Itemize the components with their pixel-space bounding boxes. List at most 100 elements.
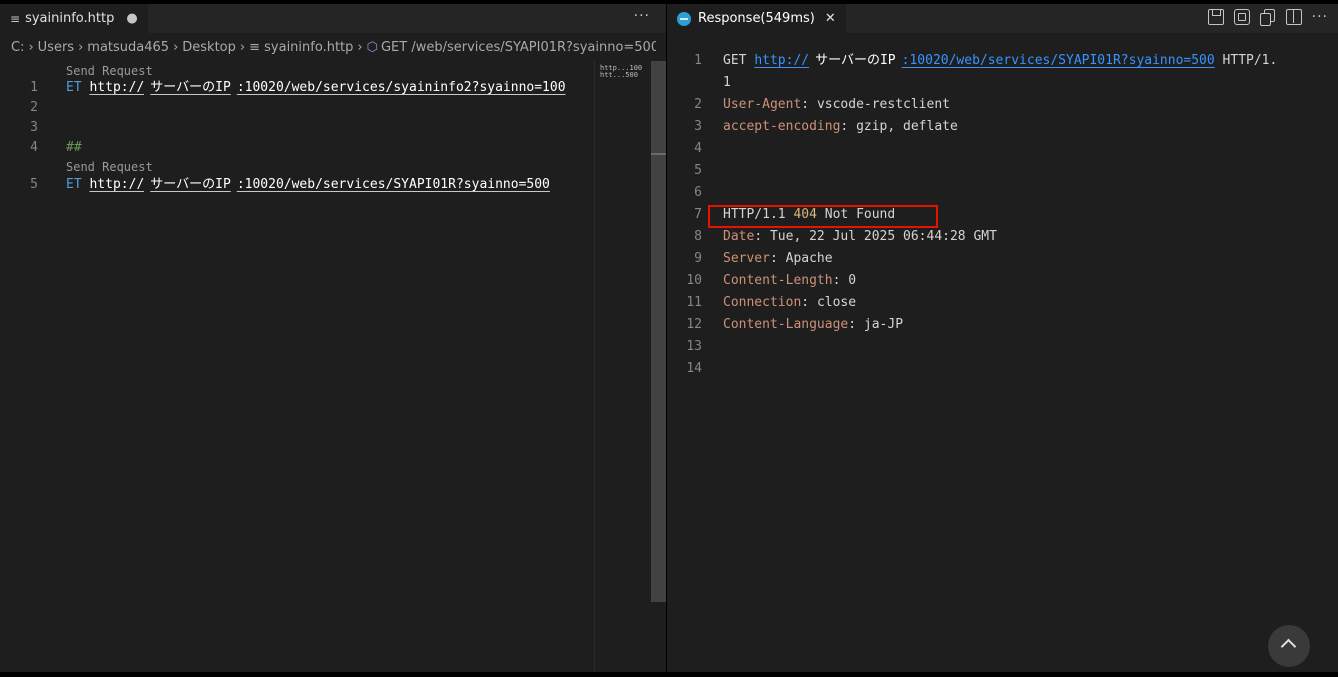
response-line: 10 Content-Length: 0 <box>667 270 1338 292</box>
header-line: User-Agent: vscode-restclient <box>723 94 950 116</box>
url-rest: :10020/web/services/syaininfo2?syainno=1… <box>236 80 566 95</box>
response-line: 9 Server: Apache <box>667 248 1338 270</box>
chevron-up-icon <box>1280 638 1297 655</box>
close-icon[interactable]: ✕ <box>825 11 836 26</box>
request-line: GET http://サーバーのIP:10020/web/services/SY… <box>723 50 1277 72</box>
chevron-right-icon: › <box>78 40 84 55</box>
line-number: 9 <box>694 251 702 266</box>
header-name: Date <box>723 229 755 244</box>
header-value: Apache <box>785 251 833 266</box>
file-lines-icon: ≡ <box>249 40 260 55</box>
response-line: 12 Content-Language: ja-JP <box>667 314 1338 336</box>
line-number: 13 <box>686 339 702 354</box>
header-value: close <box>816 295 857 310</box>
tab-syaininfo-http[interactable]: ≡ syaininfo.http ● <box>0 4 148 33</box>
left-tab-bar: ≡ syaininfo.http ● ··· <box>0 4 666 33</box>
server-ip-mask: サーバーのIP <box>809 50 902 72</box>
breadcrumb-request[interactable]: GET /web/services/SYAPI01R?syainno=500 <box>381 40 656 55</box>
code-line: 5 ET http://サーバーのIP:10020/web/services/S… <box>0 176 594 194</box>
response-line: 1 GET http://サーバーのIP:10020/web/services/… <box>667 50 1338 72</box>
response-line: 8 Date: Tue, 22 Jul 2025 06:44:28 GMT <box>667 226 1338 248</box>
cube-icon: ⬡ <box>366 40 378 55</box>
header-value: vscode-restclient <box>816 97 950 112</box>
header-name: accept-encoding <box>723 119 841 134</box>
more-actions-button[interactable]: ··· <box>1312 9 1328 25</box>
line-number: 3 <box>694 119 702 134</box>
header-line: Server: Apache <box>723 248 833 270</box>
line-number: 2 <box>694 97 702 112</box>
breadcrumb-user[interactable]: matsuda465 <box>87 40 169 55</box>
line-number: 6 <box>694 185 702 200</box>
colon: : <box>848 317 857 332</box>
copy-icon[interactable] <box>1259 9 1276 26</box>
breadcrumb: C: › Users › matsuda465 › Desktop › ≡ syaininfo.… <box>11 40 656 56</box>
response-body[interactable]: 1 GET http://サーバーのIP:10020/web/services/… <box>667 50 1338 670</box>
line-number: 1 <box>694 53 702 68</box>
line-number: 10 <box>686 273 702 288</box>
colon: : <box>840 119 849 134</box>
http-method: GET <box>723 53 747 68</box>
server-ip-mask: サーバーのIP <box>144 80 237 95</box>
header-line: accept-encoding: gzip, deflate <box>723 116 958 138</box>
header-name: User-Agent <box>723 97 802 112</box>
colon: : <box>801 295 810 310</box>
scroll-to-top-button[interactable] <box>1268 625 1310 667</box>
vertical-scrollbar[interactable] <box>651 61 666 602</box>
http-method: ET <box>66 80 82 95</box>
save-response-icon[interactable] <box>1207 9 1224 25</box>
chevron-right-icon: › <box>357 40 363 55</box>
send-request-codelens[interactable]: Send Request <box>66 160 153 174</box>
code-line: 4 ## <box>0 139 594 157</box>
chevron-right-icon: › <box>28 40 34 55</box>
minimap[interactable]: http...100 htt...500 <box>594 61 651 672</box>
line-number: 14 <box>686 361 702 376</box>
tab-response[interactable]: Response(549ms) ✕ <box>667 4 846 33</box>
response-line: 5 <box>667 160 1338 182</box>
chevron-right-icon: › <box>173 40 179 55</box>
response-line: 4 <box>667 138 1338 160</box>
send-request-codelens[interactable]: Send Request <box>66 64 153 78</box>
header-value: Tue, 22 Jul 2025 06:44:28 GMT <box>769 229 997 244</box>
breadcrumb-file[interactable]: syaininfo.http <box>264 40 353 55</box>
breadcrumb-desktop[interactable]: Desktop <box>182 40 236 55</box>
more-actions-button[interactable]: ··· <box>634 8 650 24</box>
code-text: ET http://サーバーのIP:10020/web/services/SYA… <box>66 176 550 194</box>
code-line: 1 ET http://サーバーのIP:10020/web/services/s… <box>0 79 594 97</box>
response-tab-label: Response(549ms) <box>698 11 815 26</box>
colon: : <box>754 229 763 244</box>
response-preview-icon <box>677 11 691 26</box>
request-url-link[interactable]: http://サーバーのIP:10020/web/services/SYAPI0… <box>754 50 1215 72</box>
response-line: 3 accept-encoding: gzip, deflate <box>667 116 1338 138</box>
response-editor-group: Response(549ms) ✕ ··· 1 GET http://サーバーの… <box>667 4 1338 672</box>
line-number: 4 <box>694 141 702 156</box>
chevron-right-icon: › <box>239 40 246 55</box>
code-editor[interactable]: Send Request 1 ET http://サーバーのIP:10020/w… <box>0 61 594 672</box>
right-tab-bar: Response(549ms) ✕ ··· <box>667 4 1338 33</box>
header-name: Connection <box>723 295 802 310</box>
response-line: 1 <box>667 72 1338 94</box>
url-scheme: http:// <box>89 80 145 95</box>
line-number: 12 <box>686 317 702 332</box>
scrollbar-thumb[interactable] <box>651 153 666 155</box>
line-number: 7 <box>694 207 702 222</box>
breadcrumb-drive[interactable]: C: <box>11 40 24 55</box>
unsaved-dot-icon[interactable]: ● <box>126 11 137 26</box>
save-body-icon[interactable] <box>1233 9 1250 25</box>
file-lines-icon: ≡ <box>10 11 21 26</box>
response-line: 11 Connection: close <box>667 292 1338 314</box>
wrapped-text: 1 <box>723 75 731 90</box>
code-line: 2 <box>0 99 594 117</box>
minimap-line: htt...500 <box>600 71 638 79</box>
http-method: ET <box>66 177 82 192</box>
breadcrumb-users[interactable]: Users <box>38 40 74 55</box>
line-number: 4 <box>30 140 38 155</box>
line-number: 3 <box>30 120 38 135</box>
response-line: 2 User-Agent: vscode-restclient <box>667 94 1338 116</box>
request-url[interactable]: http://サーバーのIP:10020/web/services/syaini… <box>89 80 566 95</box>
split-editor-icon[interactable] <box>1285 9 1302 25</box>
left-editor-group: ≡ syaininfo.http ● ··· C: › Users › matsuda4… <box>0 4 666 672</box>
response-line: 13 <box>667 336 1338 358</box>
header-line: Date: Tue, 22 Jul 2025 06:44:28 GMT <box>723 226 997 248</box>
comment-text: ## <box>66 140 82 155</box>
request-url[interactable]: http://サーバーのIP:10020/web/services/SYAPI0… <box>89 177 550 192</box>
